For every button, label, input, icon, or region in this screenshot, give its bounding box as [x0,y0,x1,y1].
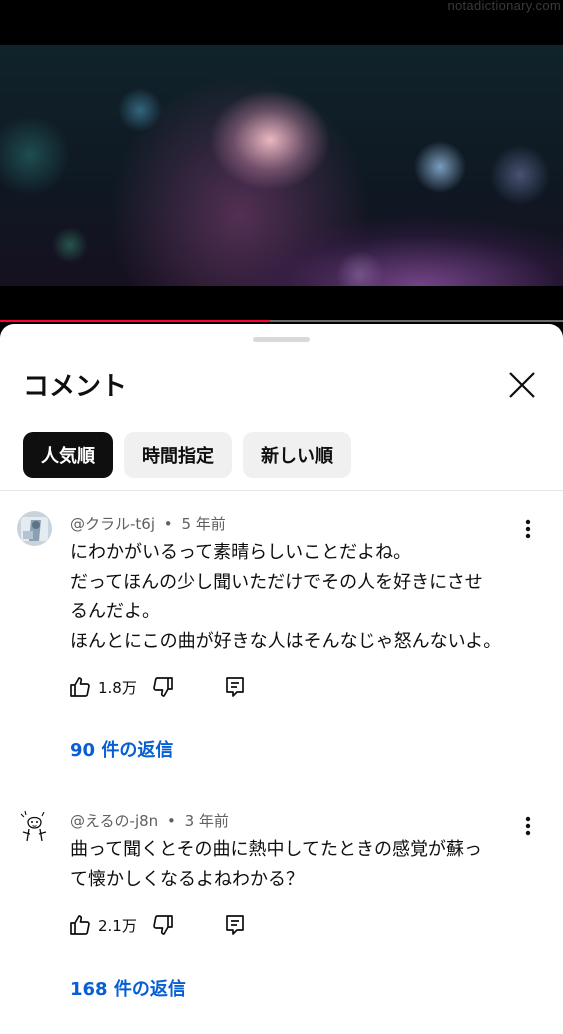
comment-actions: 1.8万 [68,674,247,700]
comment-actions: 2.1万 [68,912,247,938]
view-replies-link[interactable]: 168 件の返信 [70,975,186,1001]
progress-fill [0,320,271,322]
like-button[interactable]: 1.8万 [68,675,137,699]
divider [0,490,563,491]
comment-line: て懐かしくなるよねわかる？ [70,868,304,890]
more-options-button[interactable] [517,514,539,544]
comment-author[interactable]: @えるの-j8n [70,812,158,830]
video-frame[interactable] [0,45,563,286]
thumbs-down-icon [153,677,173,697]
chip-timed[interactable]: 時間指定 [124,432,232,478]
video-player[interactable]: notadictionary.com [0,0,563,322]
comment-line: 曲って聞くとその曲に熱中してたときの感覚が蘇っ [70,839,483,860]
comment-line: ほんとにこの曲が好きな人はそんなじゃ怒んないよ。 [70,630,502,652]
reply-button[interactable] [223,913,247,937]
close-button[interactable] [503,366,541,404]
comment-meta: @えるの-j8n • 3 年前 [70,810,229,831]
meta-separator: • [163,515,173,533]
chip-popular[interactable]: 人気順 [23,432,113,478]
like-button[interactable]: 2.1万 [68,913,137,937]
comment-text: にわかがいるって素晴らしいことだよね。 だってほんの少し聞いただけでその人を好き… [70,538,520,656]
comment-age: 3 年前 [184,812,229,830]
watermark: notadictionary.com [447,0,561,13]
comment-line: るんだよ。 [70,601,160,622]
view-replies-link[interactable]: 90 件の返信 [70,736,173,762]
like-count: 2.1万 [98,916,137,935]
sheet-title: コメント [23,372,128,402]
comment-meta: @クラル-t6j • 5 年前 [70,513,226,534]
avatar[interactable] [17,808,52,843]
sort-chips: 人気順 時間指定 新しい順 [23,432,351,478]
comment-author[interactable]: @クラル-t6j [70,515,155,533]
more-vert-icon [525,816,531,836]
thumbs-up-icon [70,915,90,935]
drag-handle[interactable] [253,337,310,342]
thumbs-up-icon [70,677,90,697]
reply-button[interactable] [223,675,247,699]
reply-comment-icon [226,677,244,697]
meta-separator: • [166,812,176,830]
progress-bar[interactable] [0,320,563,322]
comment-text: 曲って聞くとその曲に熱中してたときの感覚が蘇っ て懐かしくなるよねわかる？ [70,835,520,894]
chip-newest[interactable]: 新しい順 [243,432,351,478]
reply-comment-icon [226,915,244,935]
comment-line: だってほんの少し聞いただけでその人を好きにさせ [70,571,483,593]
more-options-button[interactable] [517,811,539,841]
avatar[interactable] [17,511,52,546]
dislike-button[interactable] [151,675,175,699]
more-vert-icon [525,519,531,539]
comments-sheet: コメント 人気順 時間指定 新しい順 @クラル-t6j • 5 年前 にわかがい… [0,324,563,1034]
dislike-button[interactable] [151,913,175,937]
thumbs-down-icon [153,915,173,935]
comment-age: 5 年前 [181,515,226,533]
close-icon [509,372,535,398]
like-count: 1.8万 [98,678,137,697]
comment-line: にわかがいるって素晴らしいことだよね。 [70,542,412,563]
